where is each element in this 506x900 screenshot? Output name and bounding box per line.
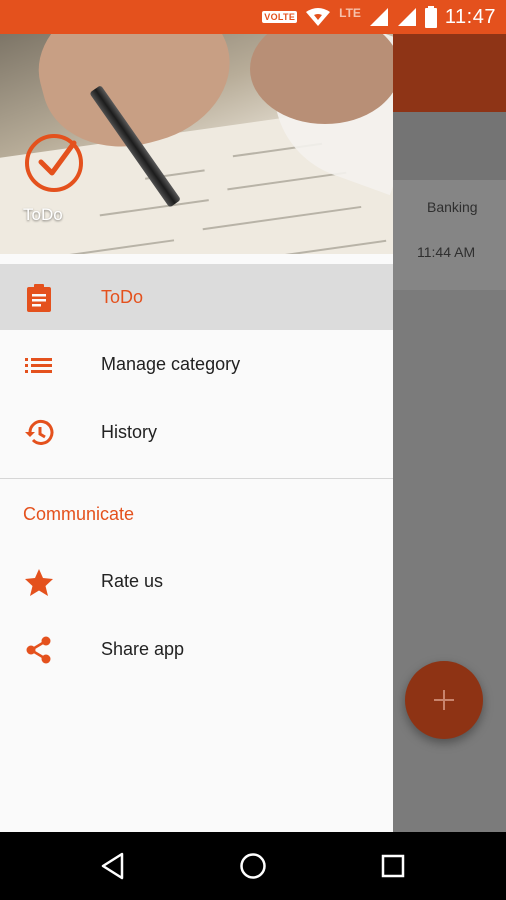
background-category: Banking xyxy=(427,199,478,215)
plus-icon xyxy=(434,690,454,710)
lte-indicator: LTE xyxy=(339,6,361,20)
wifi-icon xyxy=(306,8,331,26)
section-title-communicate: Communicate xyxy=(23,504,135,524)
drawer-item-label: History xyxy=(101,421,158,442)
list-icon xyxy=(25,358,52,373)
status-bar: VOLTE LTE 11:47 xyxy=(0,0,506,34)
system-nav-bar xyxy=(0,832,506,900)
battery-icon xyxy=(424,6,437,28)
history-icon xyxy=(25,419,54,445)
header-background-hand-right xyxy=(250,34,393,124)
signal-icon xyxy=(369,8,388,26)
drawer-item-todo[interactable]: ToDo xyxy=(0,264,393,330)
clock: 11:47 xyxy=(444,5,496,28)
drawer-item-label: Share app xyxy=(101,638,185,659)
drawer-item-label: ToDo xyxy=(101,286,144,307)
drawer-item-share-app[interactable]: Share app xyxy=(0,616,393,682)
drawer-item-label: Manage category xyxy=(101,353,241,374)
drawer-item-manage-category[interactable]: Manage category xyxy=(0,331,393,397)
drawer-item-rate-us[interactable]: Rate us xyxy=(0,548,393,614)
add-todo-button[interactable] xyxy=(405,661,483,739)
home-circle-icon[interactable] xyxy=(237,850,269,882)
share-icon xyxy=(26,636,51,664)
drawer-item-history[interactable]: History xyxy=(0,399,393,465)
recents-square-icon[interactable] xyxy=(377,850,409,882)
volte-indicator: VOLTE xyxy=(262,11,298,23)
background-time: 11:44 AM xyxy=(417,244,476,260)
app-name: ToDo xyxy=(23,205,63,224)
check-circle-icon xyxy=(25,134,83,192)
signal-icon-2 xyxy=(397,8,416,26)
drawer-divider xyxy=(0,478,393,479)
navigation-drawer: ToDo ToDo Manage category History Commun… xyxy=(0,34,393,832)
clipboard-icon xyxy=(27,284,51,312)
back-triangle-icon[interactable] xyxy=(97,850,129,882)
drawer-item-label: Rate us xyxy=(101,570,164,591)
drawer-header: ToDo xyxy=(0,34,393,254)
star-icon xyxy=(25,569,53,596)
